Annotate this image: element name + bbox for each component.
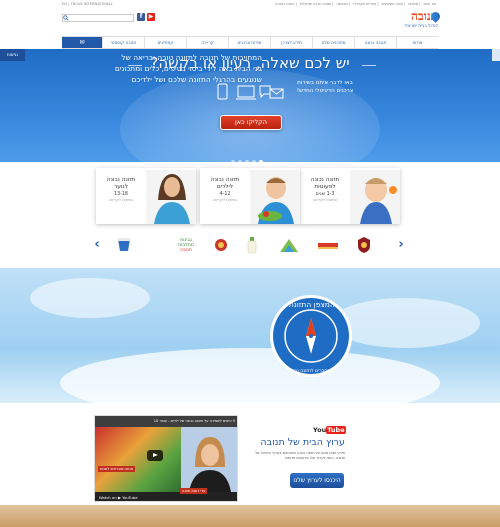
top-link[interactable]: הקבוצה: [336, 2, 348, 6]
card-read-more[interactable]: המשיכו לקריאה: [204, 198, 246, 203]
toddler-photo: [350, 170, 400, 224]
youtube-channel-description: מידע ותוכן מגוון על תזונה נכונה ומתכונים…: [254, 451, 345, 460]
side-tab-right[interactable]: [492, 49, 500, 61]
card-text: תזונה נכונה לפעוטות 1-3 שנים המשיכו לקרי…: [304, 177, 346, 203]
main-nav: אודות תנובה נכונה מתכונים שלנו מידע לצרכ…: [62, 36, 438, 49]
brand-badge-logo[interactable]: [356, 236, 372, 254]
nav-item[interactable]: קריירה: [186, 37, 228, 48]
card-text: תזונה נכונה לנוער 13-18 המשיכו לקריאה: [100, 177, 142, 203]
tips-description: המחויבות של תנובה לתזונה טובה ובריאה של …: [114, 53, 262, 84]
brand-bottle-logo[interactable]: [246, 236, 258, 254]
nav-item[interactable]: שירות צרכנים: [228, 37, 270, 48]
brand-green-logo[interactable]: [278, 236, 300, 254]
kid-photo: [250, 170, 300, 224]
nav-item[interactable]: תנובה נכונה: [354, 37, 396, 48]
card-title: תזונה נכונה לילדים: [210, 177, 240, 190]
watch-on-youtube[interactable]: Watch on ▶ YouTube: [95, 492, 237, 501]
card-text: תזונה נכונה לילדים 4-12 המשיכו לקריאה: [204, 177, 246, 203]
enter-channel-button[interactable]: היכנסו לערוץ שלנו: [290, 473, 344, 488]
youtube-logo[interactable]: YouTube: [313, 425, 346, 436]
compass-title: המצפן התזונתי: [287, 300, 335, 309]
hero-cta-button[interactable]: הקליקו כאן: [220, 115, 282, 130]
language-switch[interactable]: EN | TNUVA INTERNATIONAL: [62, 2, 113, 6]
top-link[interactable]: אודות החברה: [275, 2, 295, 6]
video-thumbnail-food: [95, 427, 181, 492]
youtube-logo-tube: Tube: [326, 426, 346, 434]
play-button-icon[interactable]: [147, 450, 163, 461]
search-icon[interactable]: [63, 15, 69, 21]
top-link[interactable]: תנובה חברה ישראלית: [300, 2, 331, 6]
brand-text-logo[interactable]: גבינות מחלבות תנובה: [174, 236, 198, 254]
card-age: 4-12: [219, 192, 231, 197]
top-link[interactable]: צור קשר: [423, 2, 436, 6]
card-teens[interactable]: תזונה נכונה לנוער 13-18 המשיכו לקריאה: [96, 168, 196, 224]
card-title: תזונה נכונה לנוער: [106, 177, 136, 190]
brand-name: גבינות מחלבות: [178, 237, 194, 248]
cloud: [30, 278, 150, 318]
card-kids[interactable]: תזונה נכונה לילדים 4-12 המשיכו לקריאה: [200, 168, 300, 224]
video-caption: עדי רואת תזונה: [180, 488, 208, 494]
wood-surface: [0, 505, 500, 527]
hero-subtitle: באו לדבר איתנו בשירות צרכנים הדיגיטלי הח…: [296, 80, 354, 94]
nav-item[interactable]: תנובה קוסמטי: [102, 37, 144, 48]
facebook-icon[interactable]: f: [137, 13, 145, 21]
top-link[interactable]: משרות: [408, 2, 418, 6]
mail-icon[interactable]: ✉: [62, 37, 102, 48]
brand-sub: תנובה: [180, 247, 192, 253]
teen-photo: [146, 170, 196, 224]
card-read-more[interactable]: המשיכו לקריאה: [100, 198, 142, 203]
youtube-icon[interactable]: ▶: [147, 13, 155, 21]
card-age: 1-3 שנים: [315, 192, 335, 197]
top-links: צור קשר| משרות| קשרי משקיעים| אחריות תאג…: [274, 2, 436, 6]
nav-item[interactable]: קמפיינים: [144, 37, 186, 48]
youtube-channel-title: ערוץ הבית של תנובה: [260, 437, 345, 448]
nav-item[interactable]: מידע לצרכן: [270, 37, 312, 48]
card-read-more[interactable]: המשיכו לקריאה: [304, 198, 346, 203]
compass-subtitle: מתחברים לתזונה נכונה: [288, 368, 333, 374]
card-title: תזונה נכונה לפעוטות: [310, 177, 340, 190]
card-toddlers[interactable]: תזונה נכונה לפעוטות 1-3 שנים המשיכו לקרי…: [300, 168, 400, 224]
search-input[interactable]: [62, 14, 134, 22]
compass-badge-icon[interactable]: המצפן התזונתי מתחברים לתזונה נכונה: [268, 293, 354, 379]
card-age: 13-18: [114, 192, 128, 197]
top-link[interactable]: קשרי משקיעים: [382, 2, 404, 6]
nutrition-compass-section: [0, 268, 500, 403]
brands-carousel: גבינות מחלבות תנובה: [90, 236, 410, 256]
devices-icon: [217, 83, 284, 100]
top-link[interactable]: אחריות תאגידית: [353, 2, 376, 6]
logo-tagline: לגדול בבית ישראלי: [404, 23, 439, 28]
brand-stripe-logo[interactable]: [316, 236, 340, 254]
video-thumbnail-presenter: [181, 427, 237, 492]
nav-item[interactable]: אודות: [396, 37, 438, 48]
brand-cup-logo[interactable]: [116, 236, 132, 254]
brand-round-logo[interactable]: [212, 236, 230, 254]
youtube-logo-you: You: [313, 426, 327, 434]
tnuva-logo[interactable]: תנובה לגדול בבית ישראלי: [392, 10, 442, 34]
top-utility-bar: EN | TNUVA INTERNATIONAL צור קשר| משרות|…: [0, 0, 500, 9]
accessibility-tab[interactable]: נגישות: [0, 49, 25, 61]
video-title[interactable]: 5 טיפים לשמירה על תזונה נכונה של ילדים -…: [95, 416, 237, 427]
youtube-video-player[interactable]: 5 טיפים לשמירה על תזונה נכונה של ילדים -…: [94, 415, 238, 502]
video-caption: אנחנו מוכרחים לשנות: [98, 466, 136, 472]
nav-item[interactable]: מתכונים שלנו: [312, 37, 354, 48]
milk-splash: [60, 348, 440, 403]
